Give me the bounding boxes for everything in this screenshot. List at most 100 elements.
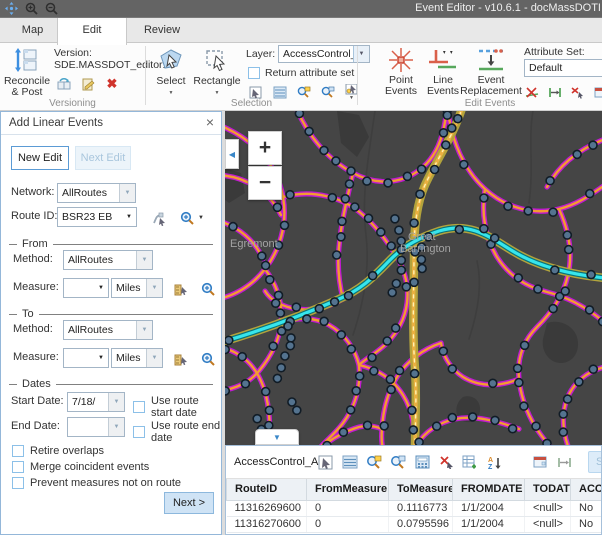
retire-overlaps-checkbox[interactable] xyxy=(12,445,24,457)
event-point[interactable] xyxy=(295,111,303,118)
column-header-todate[interactable]: TODATE xyxy=(525,479,571,500)
event-point[interactable] xyxy=(281,221,289,229)
table-options-icon[interactable] xyxy=(338,453,362,471)
event-point[interactable] xyxy=(225,387,229,395)
event-point[interactable] xyxy=(351,203,359,211)
event-point[interactable] xyxy=(448,124,456,132)
event-point[interactable] xyxy=(241,380,249,388)
table-cell[interactable]: 0.0795596 xyxy=(389,516,453,532)
event-point[interactable] xyxy=(448,365,456,373)
event-point[interactable] xyxy=(338,217,346,225)
event-point[interactable] xyxy=(303,315,311,323)
event-point[interactable] xyxy=(320,146,328,154)
attribute-set-combobox[interactable]: Default xyxy=(524,59,602,77)
next-button[interactable]: Next > xyxy=(164,492,214,514)
event-point[interactable] xyxy=(417,256,425,264)
event-point[interactable] xyxy=(392,324,400,332)
event-point[interactable] xyxy=(341,195,349,203)
reconcile-post-button[interactable]: Reconcile & Post xyxy=(4,45,50,105)
event-point[interactable] xyxy=(258,252,266,260)
event-point[interactable] xyxy=(347,345,355,353)
table-cell[interactable]: 1/1/2004 xyxy=(453,516,525,532)
event-point[interactable] xyxy=(273,203,281,211)
event-point[interactable] xyxy=(573,150,581,158)
event-point[interactable] xyxy=(225,336,233,344)
new-version-icon[interactable] xyxy=(80,75,96,93)
event-point[interactable] xyxy=(392,280,400,288)
zoom-in-tool-icon[interactable] xyxy=(25,2,38,15)
to-zoom-icon[interactable] xyxy=(196,350,220,368)
event-point[interactable] xyxy=(411,370,419,378)
measure-range-icon[interactable] xyxy=(552,453,576,471)
event-point[interactable] xyxy=(559,410,567,418)
event-point[interactable] xyxy=(504,202,512,210)
event-point[interactable] xyxy=(551,266,559,274)
event-point[interactable] xyxy=(546,177,554,185)
to-measure-combobox[interactable]: ▼ xyxy=(63,348,109,368)
zoom-to-selected-icon[interactable] xyxy=(362,453,386,471)
network-combobox[interactable]: AllRoutes▼ xyxy=(57,183,136,203)
tab-edit[interactable]: Edit xyxy=(57,18,127,45)
event-point[interactable] xyxy=(514,364,522,372)
select-button[interactable]: Select ▼ xyxy=(152,45,190,105)
table-cell[interactable]: 11316270600 xyxy=(227,516,307,532)
event-point[interactable] xyxy=(356,372,364,380)
tab-review[interactable]: Review xyxy=(127,18,197,44)
collapse-panel-left-button[interactable]: ◀ xyxy=(225,139,239,169)
table-cell[interactable]: 0 xyxy=(307,516,389,532)
event-point[interactable] xyxy=(333,251,341,259)
event-point[interactable] xyxy=(273,374,281,382)
table-cell[interactable]: <null> xyxy=(525,516,571,532)
event-point[interactable] xyxy=(395,226,403,234)
route-id-dropdown-arrow[interactable]: ▼ xyxy=(122,208,136,226)
event-point[interactable] xyxy=(369,272,377,280)
line-events-button[interactable]: Line Events xyxy=(424,45,462,105)
save-button[interactable]: Save xyxy=(588,451,602,473)
event-point[interactable] xyxy=(410,219,418,227)
form-view-icon[interactable] xyxy=(528,453,552,471)
event-point[interactable] xyxy=(262,262,270,270)
event-point[interactable] xyxy=(565,246,573,254)
event-point[interactable] xyxy=(386,375,394,383)
table-cell[interactable]: <null> xyxy=(525,500,571,516)
event-point[interactable] xyxy=(397,266,405,274)
table-cell[interactable]: 11316269600 xyxy=(227,500,307,516)
event-point[interactable] xyxy=(225,346,229,354)
event-point[interactable] xyxy=(433,422,441,430)
event-point[interactable] xyxy=(491,416,499,424)
event-point[interactable] xyxy=(384,179,392,187)
pan-to-selected-icon[interactable] xyxy=(386,453,410,471)
new-edit-button[interactable]: New Edit xyxy=(11,146,69,170)
event-point[interactable] xyxy=(363,177,371,185)
event-point[interactable] xyxy=(365,214,373,222)
event-point[interactable] xyxy=(586,306,594,314)
event-point[interactable] xyxy=(388,289,396,297)
event-point[interactable] xyxy=(332,157,340,165)
event-point[interactable] xyxy=(491,234,499,242)
event-point[interactable] xyxy=(416,190,424,198)
event-point[interactable] xyxy=(275,291,283,299)
map-zoom-out-button[interactable]: − xyxy=(248,166,282,200)
event-point[interactable] xyxy=(396,367,404,375)
from-measure-arrow[interactable]: ▼ xyxy=(94,279,108,297)
event-point[interactable] xyxy=(442,141,450,149)
table-cell[interactable]: No xyxy=(571,516,602,532)
event-point[interactable] xyxy=(337,331,345,339)
table-row[interactable]: 1131627060000.07955961/1/2004<null>No xyxy=(227,516,602,532)
event-point[interactable] xyxy=(292,303,300,311)
event-point[interactable] xyxy=(331,298,339,306)
delete-version-icon[interactable]: ✖ xyxy=(104,75,120,93)
event-point[interactable] xyxy=(564,395,572,403)
event-point[interactable] xyxy=(328,194,336,202)
event-point[interactable] xyxy=(469,413,477,421)
event-point[interactable] xyxy=(509,425,517,433)
event-point[interactable] xyxy=(345,292,353,300)
rectangle-button[interactable]: Rectangle ▼ xyxy=(194,45,240,105)
table-cell[interactable]: 0.1116773 xyxy=(389,500,453,516)
event-point[interactable] xyxy=(277,364,285,372)
event-point[interactable] xyxy=(265,406,273,414)
to-method-combobox[interactable]: AllRoutes▼ xyxy=(63,320,153,340)
end-date-combobox[interactable]: ▼ xyxy=(67,417,125,437)
event-point[interactable] xyxy=(514,274,522,282)
table-row[interactable]: 1131626960000.11167731/1/2004<null>No xyxy=(227,500,602,516)
